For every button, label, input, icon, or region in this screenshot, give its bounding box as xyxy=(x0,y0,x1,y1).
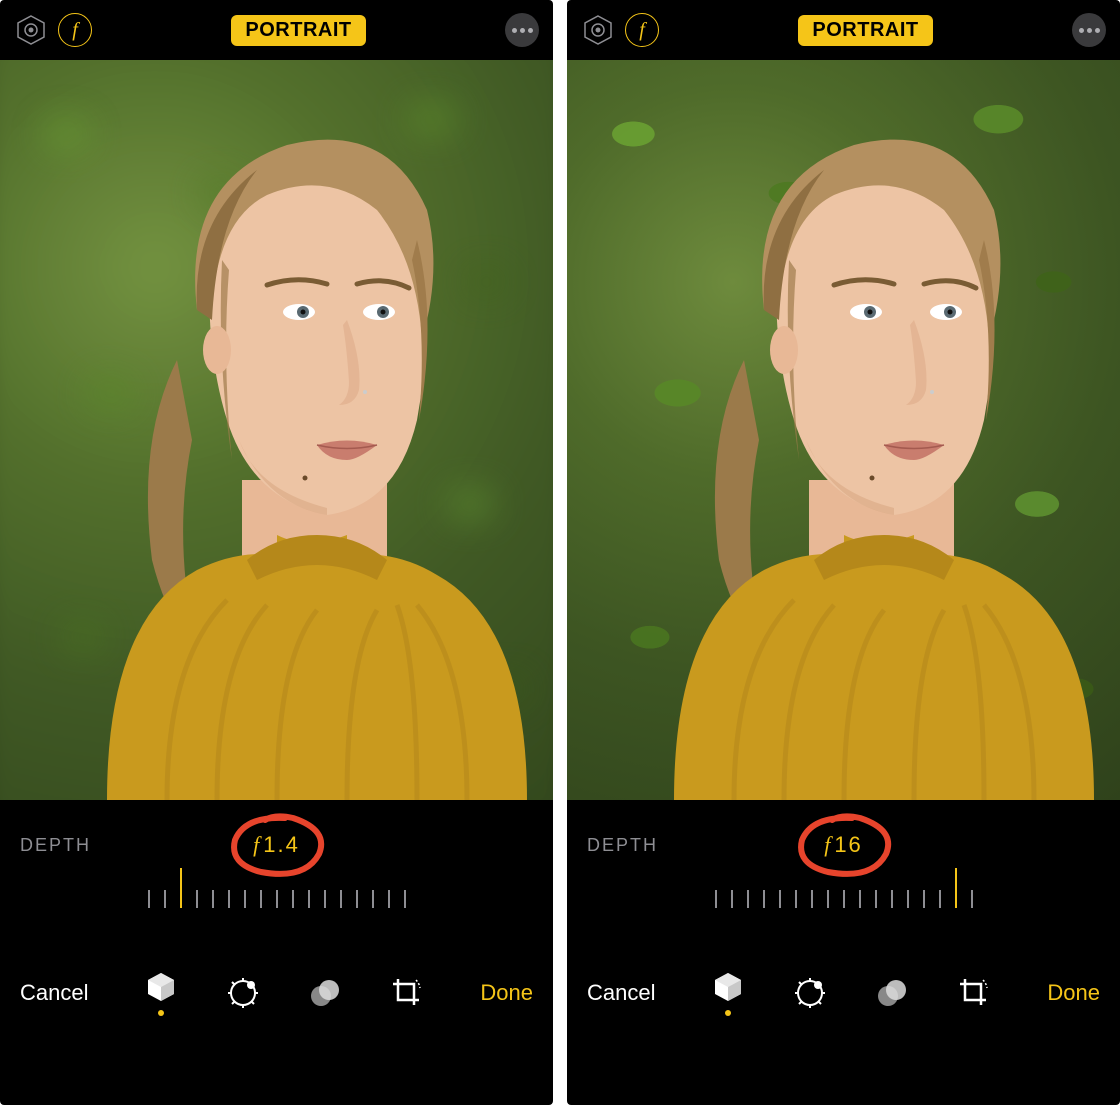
tool-row xyxy=(709,969,993,1017)
slider-tick xyxy=(747,890,749,908)
adjust-tool[interactable] xyxy=(224,969,262,1017)
slider-tick xyxy=(907,890,909,908)
depth-label: DEPTH xyxy=(20,835,91,856)
depth-slider[interactable] xyxy=(0,890,553,950)
slider-tick xyxy=(843,890,845,908)
lighting-icon[interactable] xyxy=(14,13,48,47)
portrait-tool[interactable] xyxy=(142,969,180,1017)
slider-tick xyxy=(276,890,278,908)
aperture-icon[interactable]: f xyxy=(58,13,92,47)
slider-tick xyxy=(244,890,246,908)
cancel-button[interactable]: Cancel xyxy=(20,980,88,1006)
slider-tick xyxy=(212,890,214,908)
slider-tick xyxy=(196,890,198,908)
subject xyxy=(17,60,537,800)
done-button[interactable]: Done xyxy=(1047,980,1100,1006)
slider-indicator xyxy=(180,868,182,908)
editor-screen: f PORTRAIT DEPTH f1.4 Cancel xyxy=(0,0,553,1105)
top-bar: f PORTRAIT xyxy=(0,0,553,60)
slider-tick xyxy=(388,890,390,908)
portrait-tool[interactable] xyxy=(709,969,747,1017)
slider-tick xyxy=(811,890,813,908)
slider-tick xyxy=(859,890,861,908)
subject xyxy=(584,60,1104,800)
photo-preview[interactable] xyxy=(567,60,1120,800)
filters-tool[interactable] xyxy=(873,969,911,1017)
more-icon[interactable] xyxy=(505,13,539,47)
slider-tick xyxy=(308,890,310,908)
lighting-icon[interactable] xyxy=(581,13,615,47)
slider-tick xyxy=(340,890,342,908)
aperture-value: f16 xyxy=(824,832,863,858)
slider-tick xyxy=(971,890,973,908)
slider-tick xyxy=(164,890,166,908)
slider-tick xyxy=(715,890,717,908)
top-bar: f PORTRAIT xyxy=(567,0,1120,60)
slider-tick xyxy=(292,890,294,908)
slider-tick xyxy=(923,890,925,908)
slider-tick xyxy=(779,890,781,908)
slider-tick xyxy=(324,890,326,908)
slider-tick xyxy=(875,890,877,908)
bottom-bar: Cancel Done xyxy=(567,950,1120,1035)
slider-tick xyxy=(891,890,893,908)
slider-tick xyxy=(795,890,797,908)
slider-tick xyxy=(356,890,358,908)
slider-tick xyxy=(731,890,733,908)
depth-label: DEPTH xyxy=(587,835,658,856)
active-indicator xyxy=(725,1010,731,1016)
more-icon[interactable] xyxy=(1072,13,1106,47)
slider-tick xyxy=(372,890,374,908)
mode-badge[interactable]: PORTRAIT xyxy=(231,15,365,46)
slider-tick xyxy=(763,890,765,908)
slider-tick xyxy=(148,890,150,908)
cancel-button[interactable]: Cancel xyxy=(587,980,655,1006)
slider-tick xyxy=(939,890,941,908)
slider-tick xyxy=(260,890,262,908)
slider-indicator xyxy=(955,868,957,908)
depth-slider[interactable] xyxy=(567,890,1120,950)
slider-tick xyxy=(404,890,406,908)
filters-tool[interactable] xyxy=(306,969,344,1017)
editor-screen: f PORTRAIT DEPTH f16 Cancel xyxy=(567,0,1120,1105)
depth-row: DEPTH f1.4 xyxy=(0,800,553,890)
aperture-icon[interactable]: f xyxy=(625,13,659,47)
mode-badge[interactable]: PORTRAIT xyxy=(798,15,932,46)
slider-tick xyxy=(228,890,230,908)
crop-tool[interactable] xyxy=(955,969,993,1017)
done-button[interactable]: Done xyxy=(480,980,533,1006)
depth-row: DEPTH f16 xyxy=(567,800,1120,890)
adjust-tool[interactable] xyxy=(791,969,829,1017)
slider-tick xyxy=(827,890,829,908)
aperture-value: f1.4 xyxy=(253,832,300,858)
active-indicator xyxy=(158,1010,164,1016)
crop-tool[interactable] xyxy=(388,969,426,1017)
photo-preview[interactable] xyxy=(0,60,553,800)
bottom-bar: Cancel Done xyxy=(0,950,553,1035)
tool-row xyxy=(142,969,426,1017)
